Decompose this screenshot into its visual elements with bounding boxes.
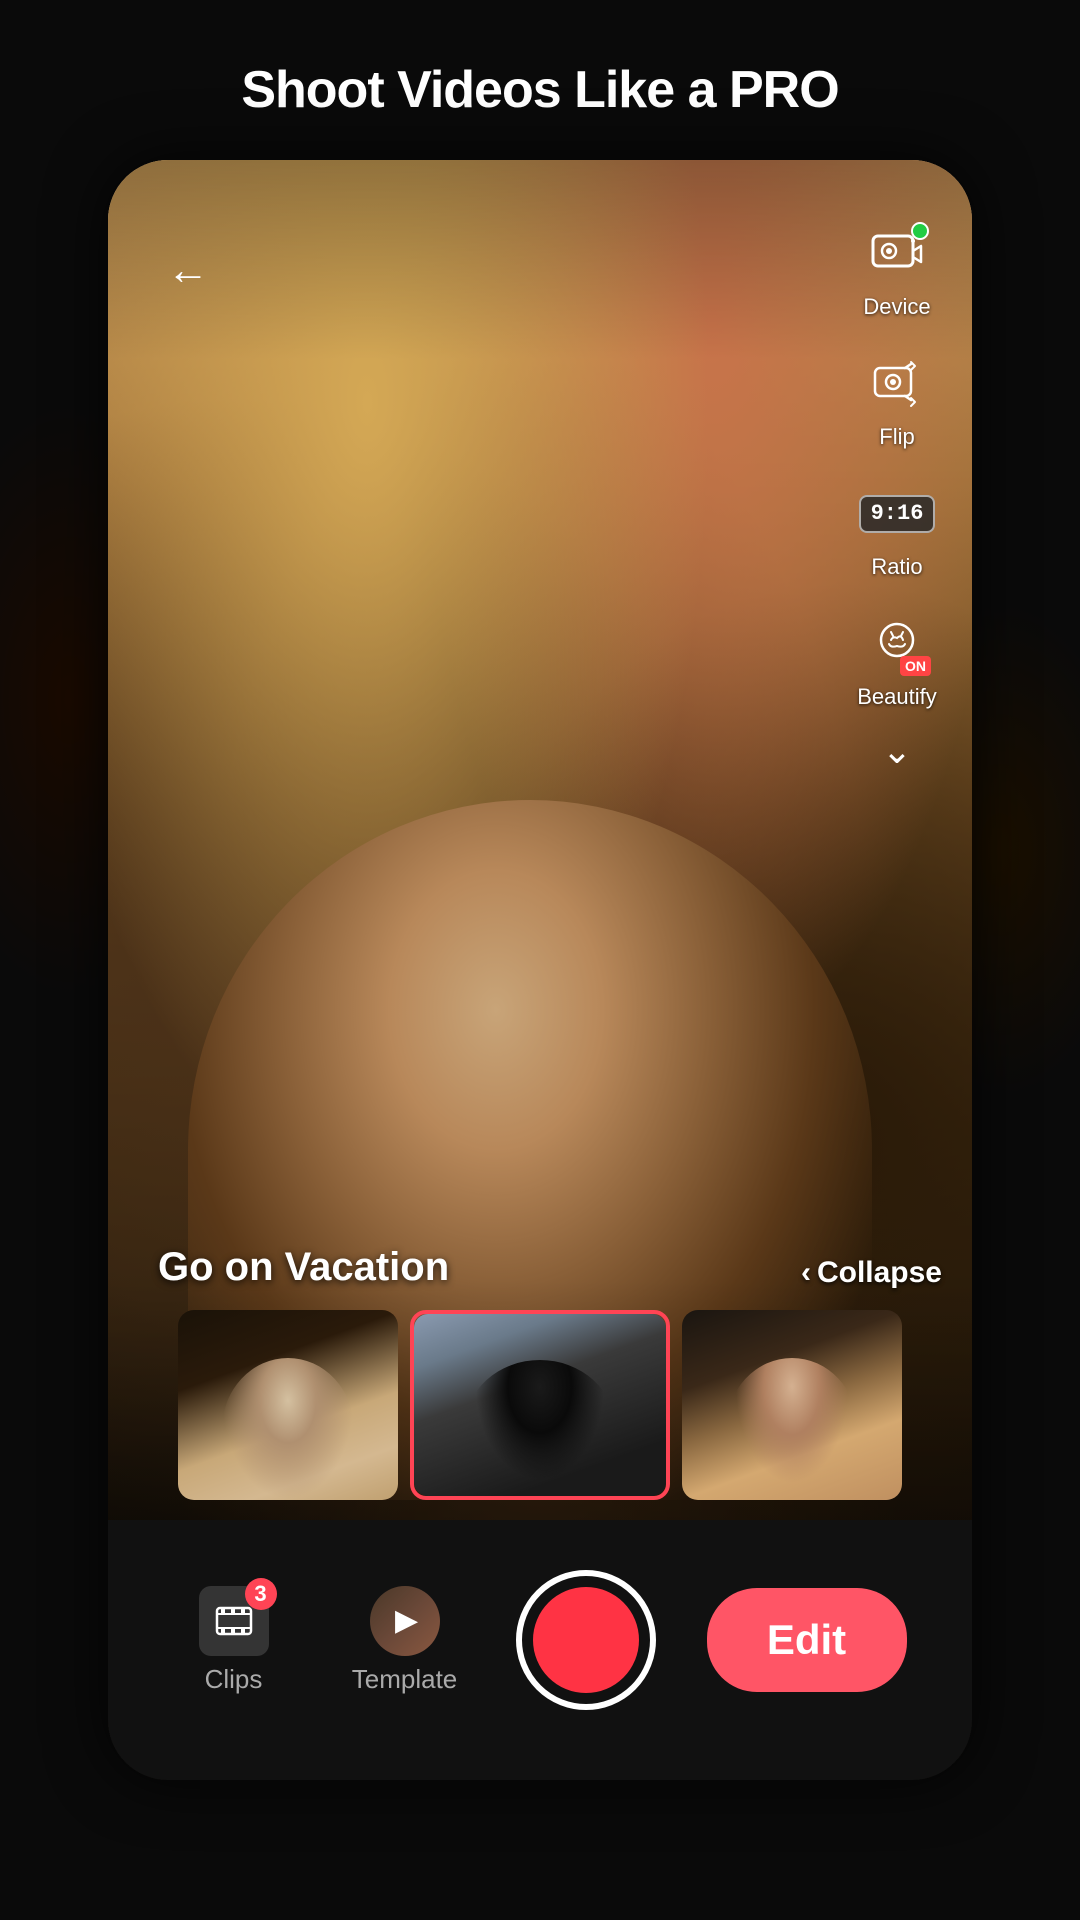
phone-frame: Device Flip 9:16: [108, 160, 972, 1780]
thumb-1-figure: [222, 1358, 354, 1501]
device-active-indicator: [911, 222, 929, 240]
beautify-icon-container: ON: [863, 610, 931, 678]
right-toolbar: Device Flip 9:16: [842, 220, 952, 772]
device-icon-container: [863, 220, 931, 288]
clips-film-icon: [213, 1600, 255, 1642]
ratio-badge: 9:16: [859, 495, 936, 533]
template-label: Template: [352, 1664, 458, 1695]
toolbar-item-device[interactable]: Device: [863, 220, 931, 320]
collapse-label: Collapse: [817, 1256, 942, 1290]
template-play-icon: ▶: [395, 1603, 418, 1638]
thumb-2-image: [414, 1314, 666, 1496]
thumb-3-image: [682, 1310, 902, 1500]
flip-icon-container: [863, 350, 931, 418]
toolbar-item-flip[interactable]: Flip: [863, 350, 931, 450]
template-icon-container: ▶: [370, 1586, 440, 1656]
edit-button[interactable]: Edit: [707, 1588, 907, 1692]
page-title: Shoot Videos Like a PRO: [0, 60, 1080, 120]
toolbar-item-ratio[interactable]: 9:16 Ratio: [863, 480, 931, 580]
thumbnail-3[interactable]: [682, 1310, 902, 1500]
ratio-label: Ratio: [871, 554, 922, 580]
record-button[interactable]: [516, 1570, 656, 1710]
back-button[interactable]: [158, 240, 218, 300]
collapse-button[interactable]: ‹ Collapse: [801, 1256, 942, 1290]
record-inner-circle: [533, 1587, 639, 1693]
flip-label: Flip: [879, 424, 914, 450]
thumb-1-image: [178, 1310, 398, 1500]
thumbnail-2-selected[interactable]: [410, 1310, 670, 1500]
thumb-2-figure: [464, 1360, 615, 1497]
bottom-controls-bar: 3 Clips ▶ Template Edit: [108, 1520, 972, 1780]
ratio-value: 9:16: [871, 503, 924, 525]
clips-button[interactable]: 3 Clips: [174, 1586, 294, 1695]
thumbnail-1[interactable]: [178, 1310, 398, 1500]
scene-label: Go on Vacation: [158, 1245, 449, 1290]
toolbar-item-beautify[interactable]: ON Beautify: [857, 610, 937, 710]
beautify-state-badge: ON: [900, 656, 931, 676]
chevron-down-icon[interactable]: ⌄: [882, 730, 912, 772]
thumbnails-strip: [108, 1300, 972, 1510]
beautify-label: Beautify: [857, 684, 937, 710]
template-button[interactable]: ▶ Template: [345, 1586, 465, 1695]
clips-label: Clips: [205, 1664, 263, 1695]
device-label: Device: [863, 294, 930, 320]
flip-camera-icon: [869, 356, 925, 412]
clips-icon-container: 3: [199, 1586, 269, 1656]
collapse-chevron-icon: ‹: [801, 1256, 811, 1290]
ratio-icon-container: 9:16: [863, 480, 931, 548]
clips-count-badge: 3: [245, 1578, 277, 1610]
thumb-3-figure: [726, 1358, 858, 1501]
